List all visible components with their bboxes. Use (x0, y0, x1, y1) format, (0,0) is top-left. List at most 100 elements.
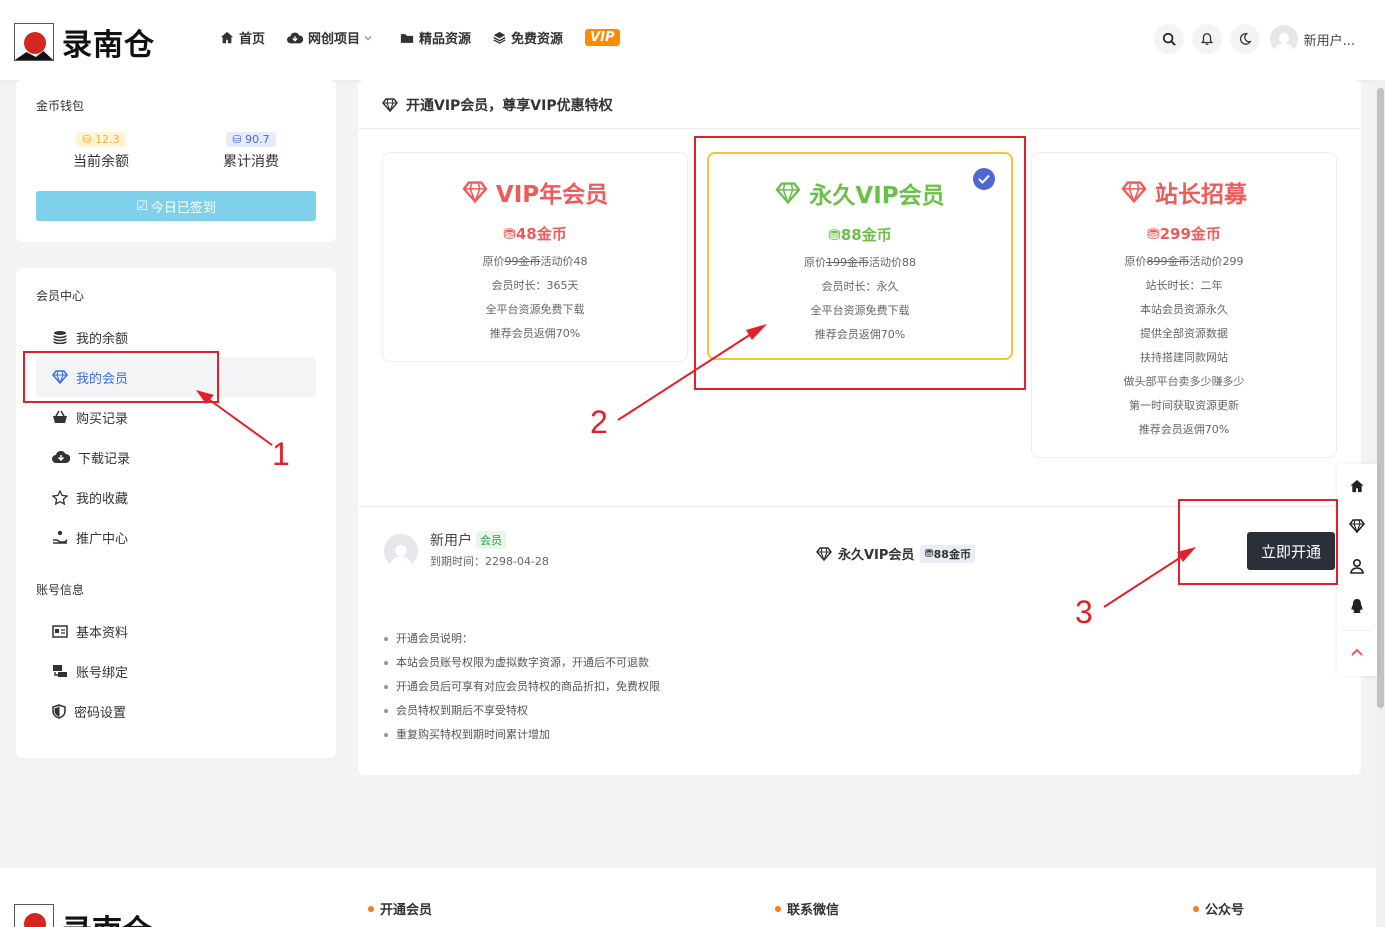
logo-mark (14, 23, 54, 61)
plan-card-annual[interactable]: VIP年会员 ⛃ 48金币 原价99金币活动价48 会员时长：365天 全平台资源… (382, 152, 688, 362)
member-center-card: 会员中心 我的余额 我的会员 购买记录 下载记录 我的收藏 推广中心 账号信息 … (16, 268, 336, 758)
nav-home[interactable]: 首页 (220, 28, 265, 47)
plan-price: ⛃ 299金币 (1032, 223, 1336, 244)
float-qq-button[interactable] (1337, 586, 1377, 626)
plan-price-text: 48金币 (515, 225, 567, 243)
annotation-box-3 (1178, 499, 1338, 585)
menu-basic-profile-label: 基本资料 (76, 625, 129, 641)
plan-card-webmaster[interactable]: 站长招募 ⛃ 299金币 原价899金币活动价299 站长时长：二年 本站会员资源… (1031, 152, 1337, 458)
diamond-icon (816, 546, 832, 561)
user-icon (1350, 558, 1364, 574)
note-item: 重复购买特权到期时间累计增加 (382, 723, 660, 747)
annotation-number-2: 2 (590, 404, 608, 440)
note-item: 开通会员说明： (382, 627, 660, 651)
nav-projects-label: 网创项目 (308, 32, 361, 47)
coin-icon: ⛁ (232, 133, 246, 146)
float-vip-button[interactable] (1337, 506, 1377, 546)
chevron-up-icon (1351, 648, 1363, 656)
menu-favorites[interactable]: 我的收藏 (36, 477, 316, 517)
site-logo[interactable]: 录南仓 (14, 20, 155, 64)
footer-col-title: 联系微信 (787, 903, 840, 918)
main-nav: 首页 网创项目 精品资源 免费资源 VIP (220, 28, 620, 47)
plan-features: 原价99金币活动价48 会员时长：365天 全平台资源免费下载 推荐会员返佣70… (383, 250, 687, 346)
note-item: 会员特权到期后不享受特权 (382, 699, 660, 723)
logo-mark (14, 904, 54, 927)
float-user-button[interactable] (1337, 546, 1377, 586)
plan-feature: 提供全部资源数据 (1140, 327, 1228, 340)
page-scrollbar[interactable] (1376, 80, 1385, 927)
plan-feature: 第一时间获取资源更新 (1129, 399, 1239, 412)
selected-plan-summary: 永久VIP会员 ⛃ 88金币 (816, 544, 975, 563)
selected-plan-name: 永久VIP会员 (838, 548, 915, 563)
menu-purchase-history[interactable]: 购买记录 (36, 397, 316, 437)
plan-name: 站长招募 (1032, 175, 1336, 209)
buyer-name-text: 新用户 (430, 533, 472, 549)
footer-site-name: 录南仓 (62, 906, 152, 927)
qq-penguin-icon (1351, 599, 1363, 613)
spent-block: ⛁ 90.7 累计消费 (191, 132, 311, 171)
annotation-number-1: 1 (272, 436, 290, 472)
plan-feature: 扶持搭建同款网站 (1140, 351, 1228, 364)
nav-projects[interactable]: 网创项目 (287, 28, 378, 47)
back-to-top-button[interactable] (1337, 632, 1377, 672)
spent-label: 累计消费 (223, 154, 279, 170)
home-icon (220, 31, 234, 43)
spent-number: 90.7 (245, 133, 270, 146)
plan-name: VIP年会员 (383, 175, 687, 209)
link-account-icon (53, 665, 67, 677)
menu-purchase-history-label: 购买记录 (76, 411, 129, 427)
vip-nav-badge[interactable]: VIP (585, 29, 620, 46)
balance-label: 当前余额 (73, 154, 129, 170)
cloud-icon (287, 32, 304, 43)
menu-password-settings[interactable]: 密码设置 (36, 691, 316, 731)
plan-price: ⛃ 48金币 (383, 223, 687, 244)
top-header: 录南仓 首页 网创项目 精品资源 免费资源 VIP 新用户... (0, 0, 1385, 80)
diamond-icon (1121, 181, 1147, 203)
membership-notes: 开通会员说明： 本站会员账号权限为虚拟数字资源，开通后不可退款 开通会员后可享有… (382, 627, 660, 747)
plan-feature: 做头部平台卖多少赚多少 (1123, 375, 1245, 388)
check-square-icon: ☑ (136, 198, 148, 214)
nav-free[interactable]: 免费资源 (493, 28, 563, 47)
footer-col-vip: 开通会员 (368, 899, 432, 918)
notification-button[interactable] (1191, 24, 1222, 54)
note-item: 本站会员账号权限为虚拟数字资源，开通后不可退款 (382, 651, 660, 675)
nav-premium[interactable]: 精品资源 (400, 28, 471, 47)
scrollbar-thumb[interactable] (1377, 88, 1384, 708)
plan-features: 原价899金币活动价299 站长时长：二年 本站会员资源永久 提供全部资源数据 … (1032, 250, 1336, 442)
user-silhouette-icon (1273, 33, 1294, 53)
diamond-icon (382, 98, 398, 112)
coins-icon: ⛃ (924, 547, 934, 560)
menu-basic-profile[interactable]: 基本资料 (36, 611, 316, 651)
menu-promotion-label: 推广中心 (76, 531, 129, 547)
signin-label: 今日已签到 (150, 200, 216, 216)
coins-icon: ⛃ (1147, 224, 1160, 243)
signin-button[interactable]: ☑ 今日已签到 (36, 191, 316, 221)
plan-name-text: VIP年会员 (495, 182, 609, 208)
shield-icon (52, 703, 66, 719)
menu-account-binding[interactable]: 账号绑定 (36, 651, 316, 691)
username-label[interactable]: 新用户... (1304, 30, 1355, 49)
header-actions: 新用户... (1146, 24, 1355, 54)
selected-price-text: 88金币 (933, 547, 971, 561)
folder-icon (400, 33, 414, 43)
footer-col-title: 开通会员 (380, 903, 433, 918)
search-button[interactable] (1153, 24, 1184, 54)
menu-favorites-label: 我的收藏 (76, 491, 129, 507)
diamond-icon (462, 181, 488, 203)
coins-icon: ⛃ (503, 224, 516, 243)
spent-value: ⛁ 90.7 (226, 132, 276, 147)
note-item: 开通会员后可享有对应会员特权的商品折扣，免费权限 (382, 675, 660, 699)
chevron-down-icon (364, 35, 372, 40)
user-avatar[interactable] (1269, 25, 1298, 53)
annotation-number-3: 3 (1075, 594, 1093, 630)
plan-original-price: 原价99金币活动价48 (383, 250, 687, 274)
float-home-button[interactable] (1337, 466, 1377, 506)
footer-col-wechat: 联系微信 (775, 899, 839, 918)
basket-icon (53, 410, 67, 423)
dark-mode-button[interactable] (1229, 24, 1260, 54)
bell-icon (1200, 33, 1213, 45)
star-icon (52, 489, 68, 505)
footer-logo[interactable]: 录南仓 (14, 904, 152, 927)
menu-promotion[interactable]: 推广中心 (36, 517, 316, 557)
vip-page-title: 开通VIP会员，尊享VIP优惠特权 (382, 95, 613, 115)
